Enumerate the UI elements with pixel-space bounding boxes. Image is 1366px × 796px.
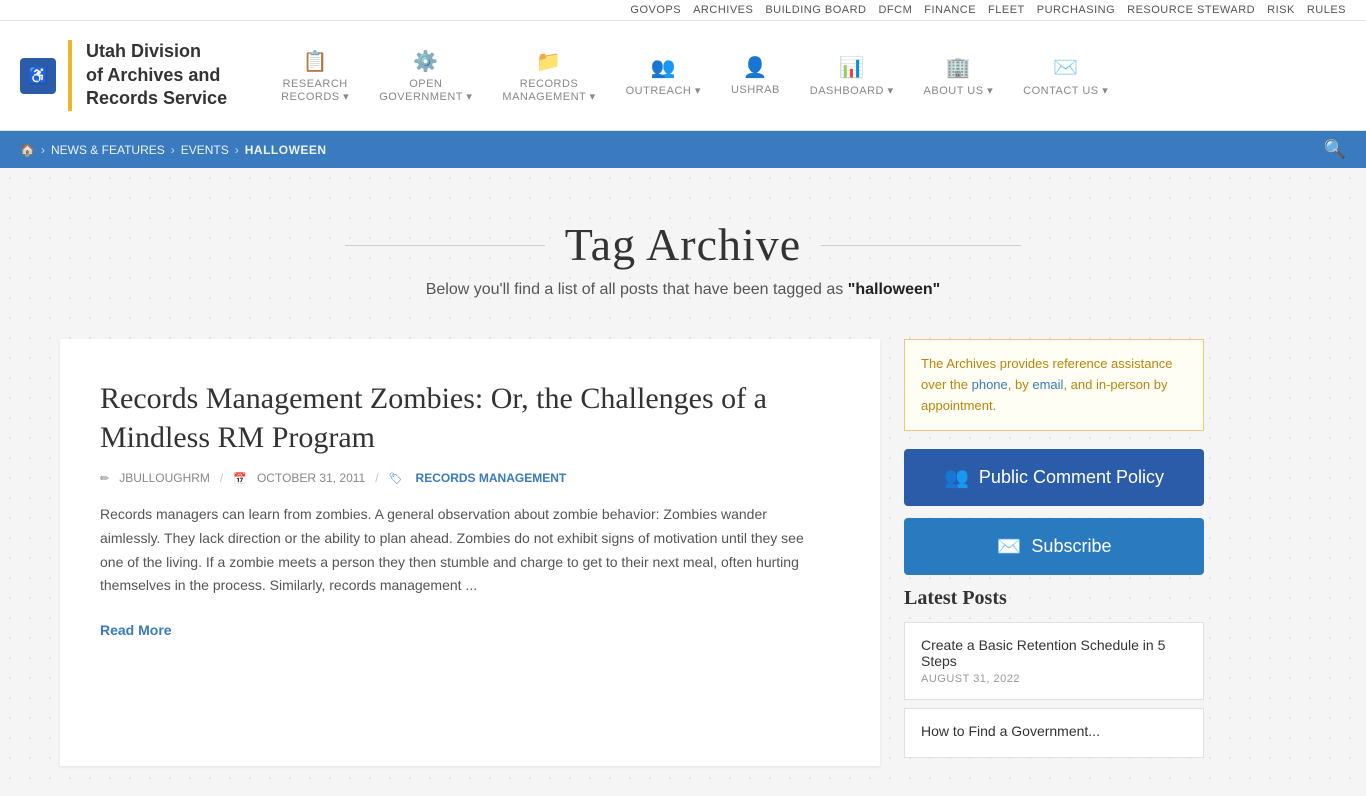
info-box: The Archives provides reference assistan…: [904, 339, 1204, 431]
outreach-icon: 👥: [651, 55, 676, 80]
calendar-icon: 📅: [233, 472, 247, 485]
latest-post-date-1: AUGUST 31, 2022: [921, 673, 1187, 685]
tag-archive-subtitle: Below you'll find a list of all posts th…: [60, 281, 1306, 299]
about-us-icon: 🏢: [946, 55, 971, 80]
dashboard-icon: 📊: [839, 55, 864, 80]
nav-records-management-label: RECORDSMANAGEMENT ▾: [502, 78, 595, 103]
latest-post-item-1[interactable]: Create a Basic Retention Schedule in 5 S…: [904, 622, 1204, 700]
header: ♿ Utah Division of Archives and Records …: [0, 21, 1366, 131]
tag-icon: 🏷: [389, 472, 403, 485]
article-body: Records managers can learn from zombies.…: [100, 503, 830, 598]
accessibility-button[interactable]: ♿: [20, 58, 56, 94]
nav-dashboard[interactable]: 📊 DASHBOARD ▾: [796, 47, 908, 105]
breadcrumb-events[interactable]: EVENTS: [181, 143, 229, 157]
meta-separator-1: /: [220, 471, 223, 485]
nav-research-records-label: RESEARCHRECORDS ▾: [281, 78, 349, 103]
breadcrumb-bar: 🏠 › NEWS & FEATURES › EVENTS › HALLOWEEN…: [0, 131, 1366, 168]
nav-about-us-label: ABOUT US ▾: [924, 84, 994, 97]
public-comment-icon: 👥: [944, 465, 969, 490]
topnav-purchasing[interactable]: PURCHASING: [1037, 4, 1115, 16]
article-title: Records Management Zombies: Or, the Chal…: [100, 379, 830, 457]
topnav-dfcm[interactable]: DFCM: [878, 4, 912, 16]
subscribe-button[interactable]: ✉️ Subscribe: [904, 518, 1204, 575]
topnav-rules[interactable]: RULES: [1307, 4, 1346, 16]
tag-name: "halloween": [848, 281, 941, 298]
article-category[interactable]: RECORDS MANAGEMENT: [416, 471, 567, 485]
nav-open-government[interactable]: ⚙️ OPENGOVERNMENT ▾: [365, 41, 486, 111]
nav-contact-us[interactable]: ✉️ CONTACT US ▾: [1009, 47, 1122, 105]
latest-post-item-2[interactable]: How to Find a Government...: [904, 708, 1204, 758]
tag-archive-header: Tag Archive Below you'll find a list of …: [60, 198, 1306, 329]
page-title: Tag Archive: [565, 218, 801, 271]
nav-open-government-label: OPENGOVERNMENT ▾: [379, 78, 472, 103]
breadcrumb-news[interactable]: NEWS & FEATURES: [51, 143, 165, 157]
topnav-archives[interactable]: ARCHIVES: [693, 4, 753, 16]
latest-post-title-2: How to Find a Government...: [921, 723, 1187, 739]
nav-contact-us-label: CONTACT US ▾: [1023, 84, 1108, 97]
nav-about-us[interactable]: 🏢 ABOUT US ▾: [910, 47, 1008, 105]
topnav-resource-steward[interactable]: RESOURCE STEWARD: [1127, 4, 1255, 16]
email-link[interactable]: email: [1032, 377, 1063, 392]
nav-research-records[interactable]: 📋 RESEARCHRECORDS ▾: [267, 41, 363, 111]
topnav-building-board[interactable]: BUILDING BOARD: [765, 4, 866, 16]
home-icon[interactable]: 🏠: [20, 143, 35, 157]
read-more-link[interactable]: Read More: [100, 622, 172, 638]
logo-area: Utah Division of Archives and Records Se…: [68, 40, 227, 110]
research-records-icon: 📋: [302, 49, 327, 74]
content-grid: Records Management Zombies: Or, the Chal…: [60, 339, 1306, 766]
phone-link[interactable]: phone: [972, 377, 1008, 392]
top-nav: GOVOPS ARCHIVES BUILDING BOARD DFCM FINA…: [0, 0, 1366, 21]
breadcrumb-current: HALLOWEEN: [245, 143, 327, 157]
article-author: JBULLOUGHRM: [119, 471, 210, 485]
public-comment-policy-button[interactable]: 👥 Public Comment Policy: [904, 449, 1204, 506]
nav-outreach[interactable]: 👥 OUTREACH ▾: [612, 47, 715, 105]
topnav-finance[interactable]: FINANCE: [924, 4, 976, 16]
open-government-icon: ⚙️: [413, 49, 438, 74]
main-wrapper: Tag Archive Below you'll find a list of …: [0, 168, 1366, 796]
breadcrumb: 🏠 › NEWS & FEATURES › EVENTS › HALLOWEEN: [20, 143, 327, 157]
nav-outreach-label: OUTREACH ▾: [626, 84, 701, 97]
records-management-icon: 📁: [536, 49, 561, 74]
nav-dashboard-label: DASHBOARD ▾: [810, 84, 894, 97]
latest-post-title-1: Create a Basic Retention Schedule in 5 S…: [921, 637, 1187, 669]
public-comment-label: Public Comment Policy: [979, 467, 1164, 488]
topnav-fleet[interactable]: FLEET: [988, 4, 1025, 16]
article-date: OCTOBER 31, 2011: [257, 471, 365, 485]
sidebar: The Archives provides reference assistan…: [904, 339, 1204, 766]
author-icon: ✏: [100, 472, 109, 485]
nav-records-management[interactable]: 📁 RECORDSMANAGEMENT ▾: [488, 41, 609, 111]
ushrab-icon: 👤: [743, 55, 768, 80]
subscribe-icon: ✉️: [997, 534, 1022, 559]
subscribe-label: Subscribe: [1031, 536, 1111, 557]
nav-ushrab[interactable]: 👤 USHRAB: [717, 47, 794, 104]
logo-text: Utah Division of Archives and Records Se…: [86, 40, 227, 110]
main-nav: 📋 RESEARCHRECORDS ▾ ⚙️ OPENGOVERNMENT ▾ …: [267, 41, 1346, 111]
topnav-risk[interactable]: RISK: [1267, 4, 1295, 16]
article-card: Records Management Zombies: Or, the Chal…: [60, 339, 880, 766]
search-icon[interactable]: 🔍: [1324, 139, 1346, 160]
latest-posts-title: Latest Posts: [904, 587, 1204, 610]
nav-ushrab-label: USHRAB: [731, 84, 780, 96]
meta-separator-2: /: [375, 471, 378, 485]
topnav-govops[interactable]: GOVOPS: [630, 4, 681, 16]
contact-us-icon: ✉️: [1053, 55, 1078, 80]
breadcrumb-separator-1: ›: [41, 143, 45, 157]
article-meta: ✏ JBULLOUGHRM / 📅 OCTOBER 31, 2011 / 🏷 R…: [100, 471, 830, 485]
breadcrumb-separator-2: ›: [171, 143, 175, 157]
breadcrumb-separator-3: ›: [235, 143, 239, 157]
